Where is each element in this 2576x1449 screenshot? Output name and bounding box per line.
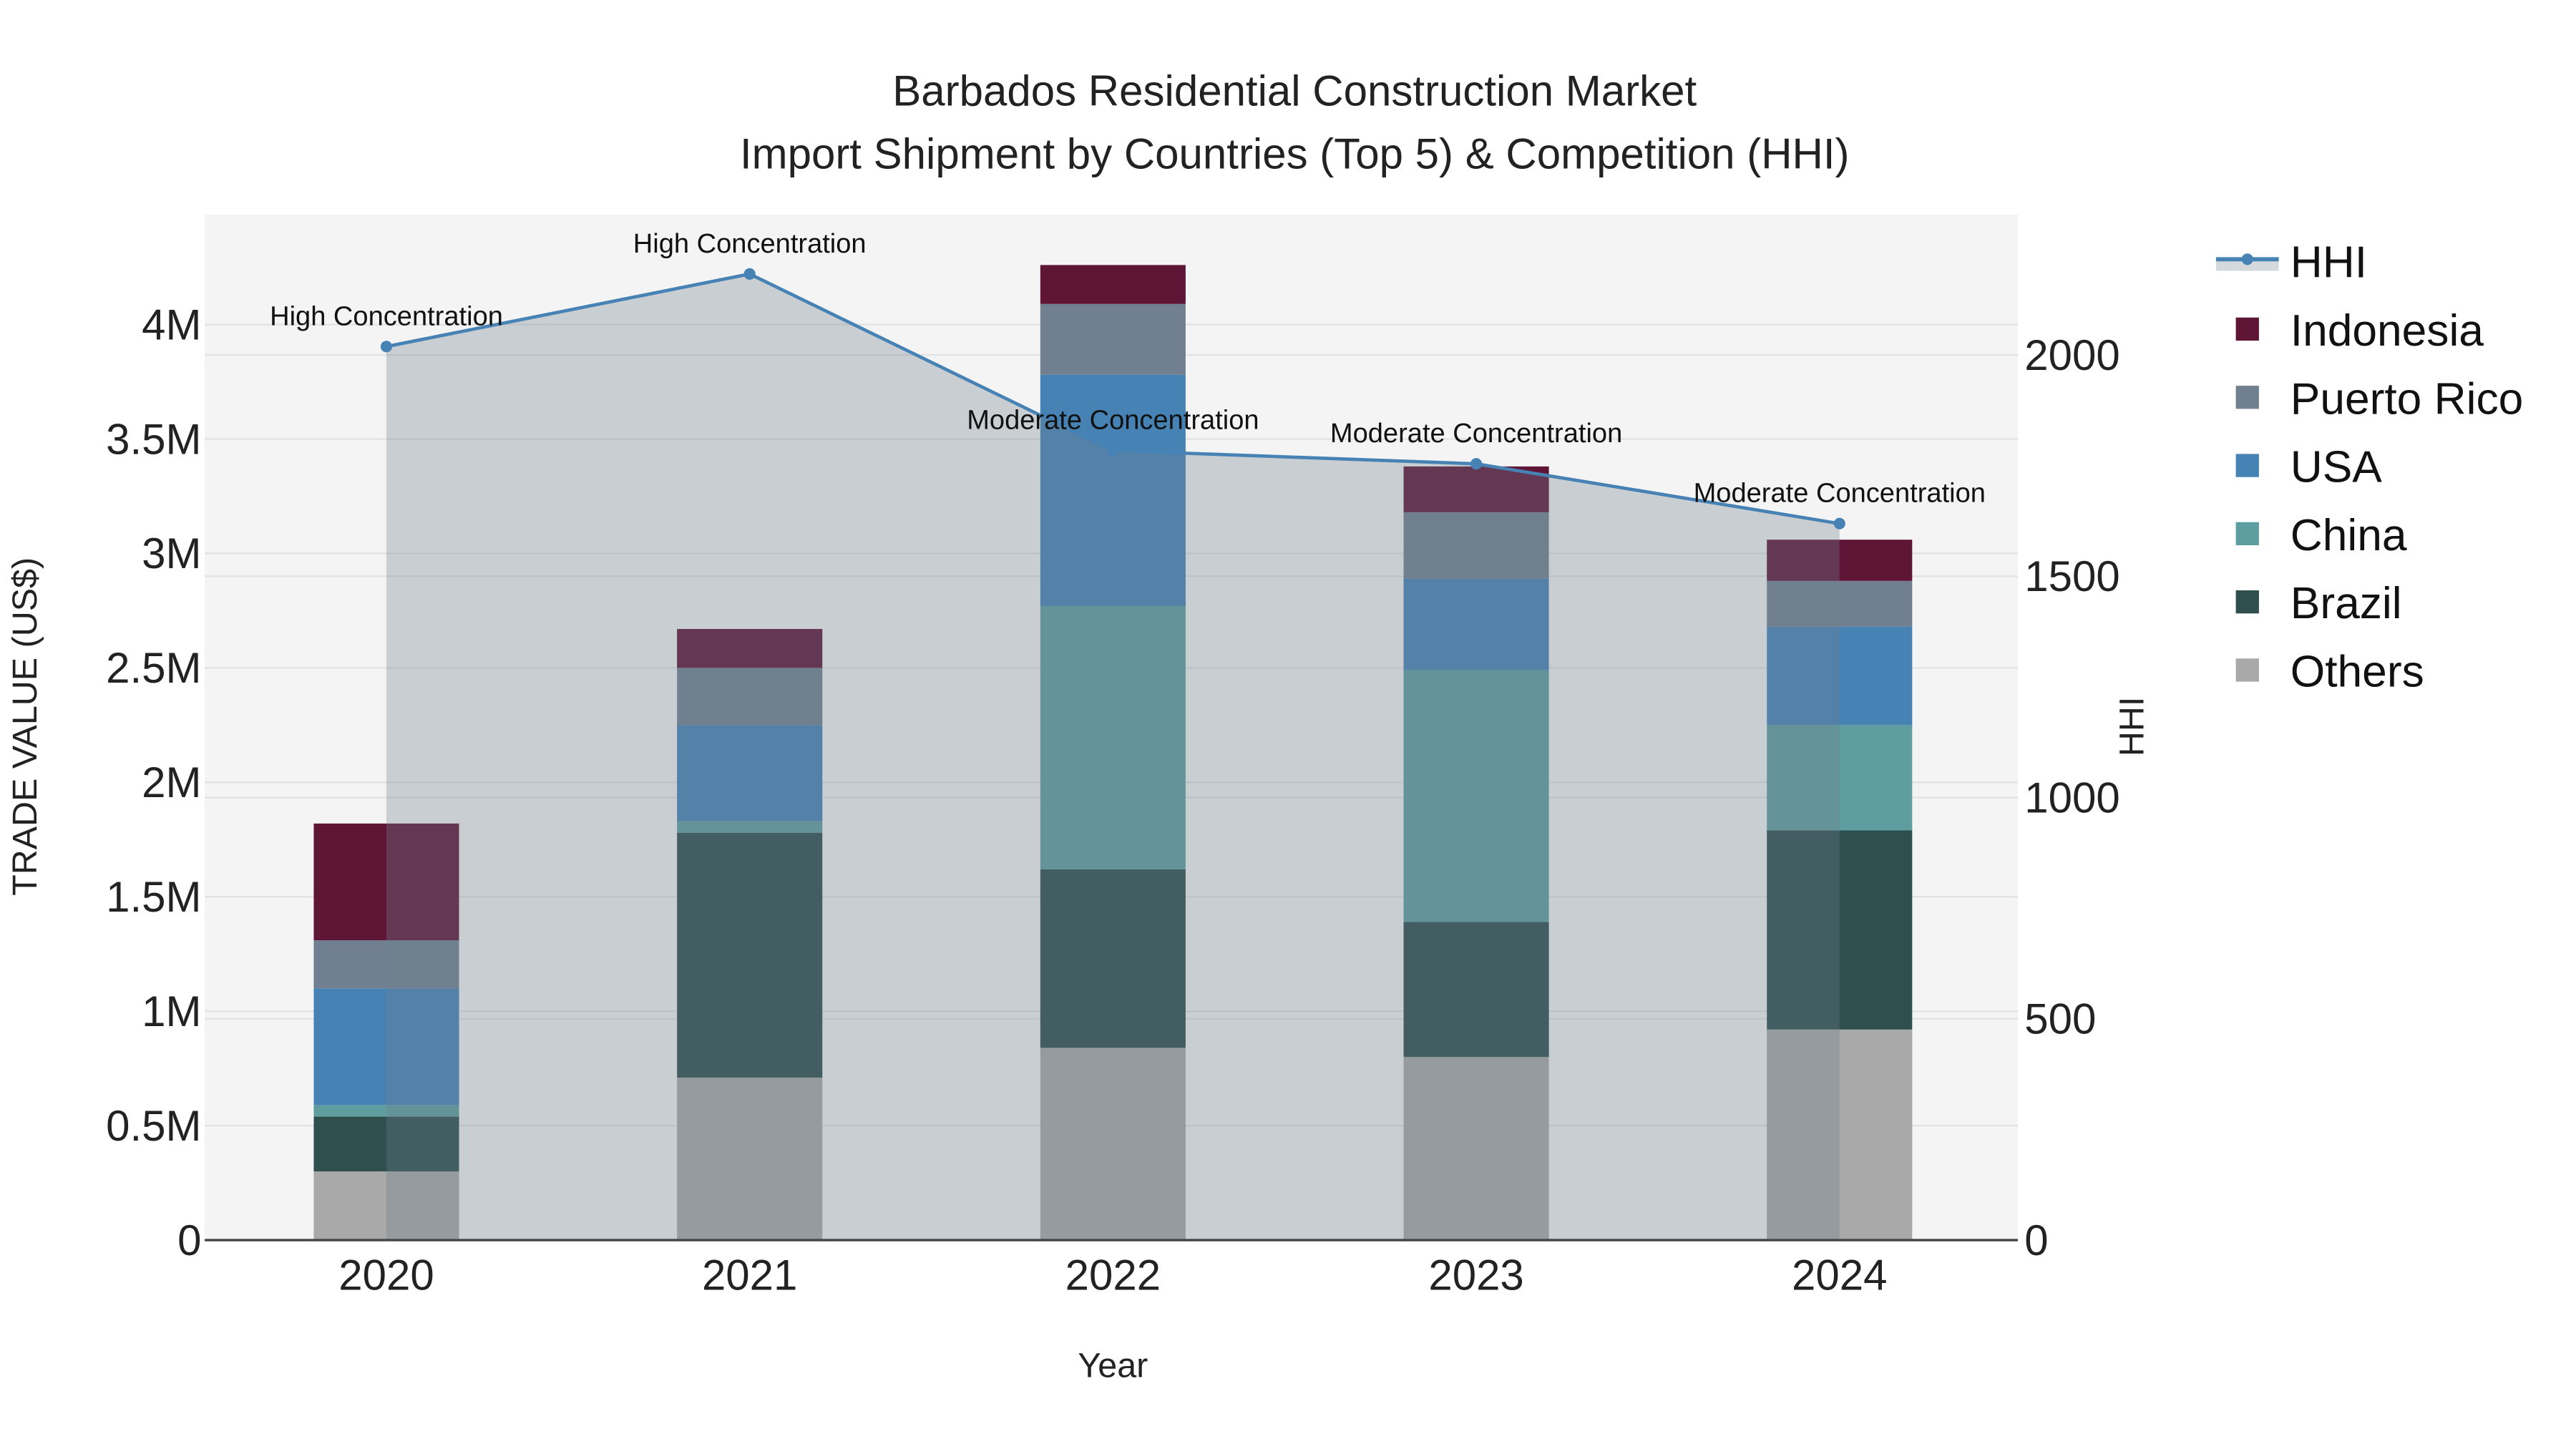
x-tick-label: 2024 [1792, 1251, 1887, 1299]
y2-tick-label: 500 [2024, 995, 2096, 1043]
legend-swatch-china [2235, 522, 2259, 545]
y-tick-label: 1.5M [106, 873, 201, 921]
hhi-annotation: High Concentration [270, 301, 503, 331]
legend-label: Puerto Rico [2290, 374, 2523, 424]
hhi-annotation: Moderate Concentration [1694, 479, 1986, 509]
hhi-point [1107, 444, 1119, 457]
chart-title-line1: Barbados Residential Construction Market [892, 67, 1697, 115]
x-tick-label: 2023 [1428, 1251, 1523, 1299]
legend-label: HHI [2290, 238, 2367, 288]
y-tick-label: 0 [177, 1216, 201, 1264]
y2-axis-label: HHI [2112, 697, 2151, 756]
hhi-point [380, 341, 393, 353]
x-axis-ticks: 2020 2021 2022 2023 2024 [338, 1251, 1887, 1299]
legend-swatch-indonesia [2235, 317, 2259, 341]
y2-tick-label: 1000 [2024, 774, 2119, 821]
y2-tick-label: 0 [2024, 1216, 2048, 1264]
x-axis-label: Year [1078, 1347, 1148, 1385]
y-tick-label: 2M [142, 758, 201, 806]
bar-puerto-rico [1040, 303, 1186, 375]
x-tick-label: 2021 [702, 1251, 797, 1299]
y-tick-label: 3.5M [106, 415, 201, 463]
hhi-annotation: High Concentration [633, 229, 867, 259]
bar-indonesia [1040, 265, 1186, 304]
legend-label: Others [2290, 648, 2424, 697]
hhi-point [743, 268, 756, 280]
hhi-point [1470, 458, 1483, 470]
y-tick-label: 2.5M [106, 644, 201, 692]
legend-label: China [2290, 511, 2407, 560]
y2-tick-label: 1500 [2024, 552, 2119, 600]
legend-label: Indonesia [2290, 306, 2484, 356]
y2-axis-ticks: 0 500 1000 1500 2000 [2024, 331, 2119, 1264]
legend-swatch-puerto-rico [2235, 386, 2259, 409]
x-tick-label: 2020 [338, 1251, 434, 1299]
hhi-annotation: Moderate Concentration [967, 406, 1259, 436]
legend-swatch-others [2235, 658, 2259, 682]
y-tick-label: 4M [142, 301, 201, 348]
chart-title-line2: Import Shipment by Countries (Top 5) & C… [740, 130, 1850, 177]
y-axis-ticks: 0 0.5M 1M 1.5M 2M 2.5M 3M 3.5M 4M [106, 301, 201, 1264]
y-axis-label: TRADE VALUE (US$) [6, 557, 44, 896]
legend-swatch-usa [2235, 454, 2259, 477]
y-tick-label: 0.5M [106, 1102, 201, 1150]
y-tick-label: 1M [142, 987, 201, 1035]
hhi-annotation: Moderate Concentration [1330, 419, 1622, 449]
legend-swatch-brazil [2235, 590, 2259, 614]
legend: HHI Indonesia Puerto Rico USA China Brazil Oth… [2215, 238, 2523, 697]
legend-label: USA [2290, 443, 2383, 492]
y2-tick-label: 2000 [2024, 331, 2119, 379]
hhi-point [1833, 517, 1845, 530]
x-tick-label: 2022 [1065, 1251, 1161, 1299]
chart: Barbados Residential Construction Market… [6, 67, 2523, 1385]
legend-hhi-marker-icon [2241, 253, 2253, 265]
legend-label: Brazil [2290, 579, 2402, 628]
y-tick-label: 3M [142, 530, 201, 577]
